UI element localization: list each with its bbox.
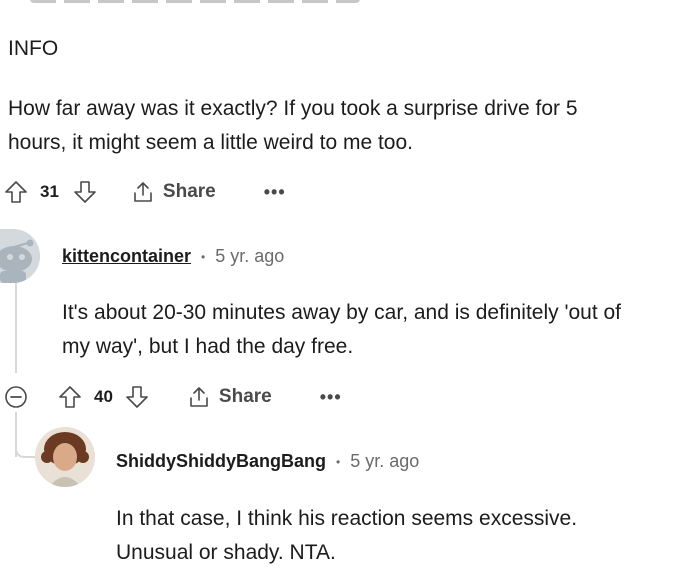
thread-line[interactable]: [15, 283, 17, 373]
vote-count: 40: [94, 387, 113, 406]
comment-body-line-2: my way', but I had the day free.: [62, 335, 354, 358]
share-icon: [134, 182, 152, 202]
upvote-icon[interactable]: [58, 385, 82, 409]
collapse-icon: [5, 386, 27, 408]
more-options-button[interactable]: •••: [320, 387, 342, 408]
comment-body-line-1: In that case, I think his reaction seems…: [116, 507, 578, 530]
share-button[interactable]: Share: [131, 180, 216, 204]
comment-age: 5 yr. ago: [215, 246, 285, 266]
username-link[interactable]: kittencontainer: [62, 246, 191, 267]
share-label: Share: [218, 386, 272, 407]
username-link[interactable]: ShiddyShiddyBangBang: [116, 451, 326, 472]
comment-heading: INFO: [8, 37, 59, 60]
comment-meta: kittencontainer • 5 yr. ago: [62, 246, 284, 267]
upvote-icon[interactable]: [4, 180, 28, 204]
comment-meta: ShiddyShiddyBangBang • 5 yr. ago: [116, 451, 419, 472]
comment-actions: 31 Share •••: [4, 177, 286, 207]
avatar[interactable]: [0, 229, 40, 283]
downvote-icon[interactable]: [125, 385, 149, 409]
avatar[interactable]: [35, 427, 95, 487]
downvote-icon[interactable]: [73, 180, 97, 204]
more-options-button[interactable]: •••: [264, 182, 286, 203]
meta-separator: •: [201, 249, 206, 264]
meta-separator: •: [336, 454, 341, 469]
share-button[interactable]: Share: [187, 385, 272, 409]
vote-count: 31: [40, 182, 59, 201]
comment-body-line-1: It's about 20-30 minutes away by car, an…: [62, 301, 622, 324]
comment-body-line-1: How far away was it exactly? If you took…: [8, 97, 578, 120]
comment-body-line-2: Unusual or shady. NTA.: [116, 541, 336, 564]
comment-age: 5 yr. ago: [350, 451, 420, 471]
comment-actions: 40 Share •••: [58, 382, 342, 412]
share-label: Share: [162, 181, 216, 202]
comment-body-line-2: hours, it might seem a little weird to m…: [8, 131, 413, 154]
truncated-text-strip: [0, 0, 700, 6]
collapse-thread-button[interactable]: [4, 385, 28, 409]
share-icon: [190, 387, 208, 407]
